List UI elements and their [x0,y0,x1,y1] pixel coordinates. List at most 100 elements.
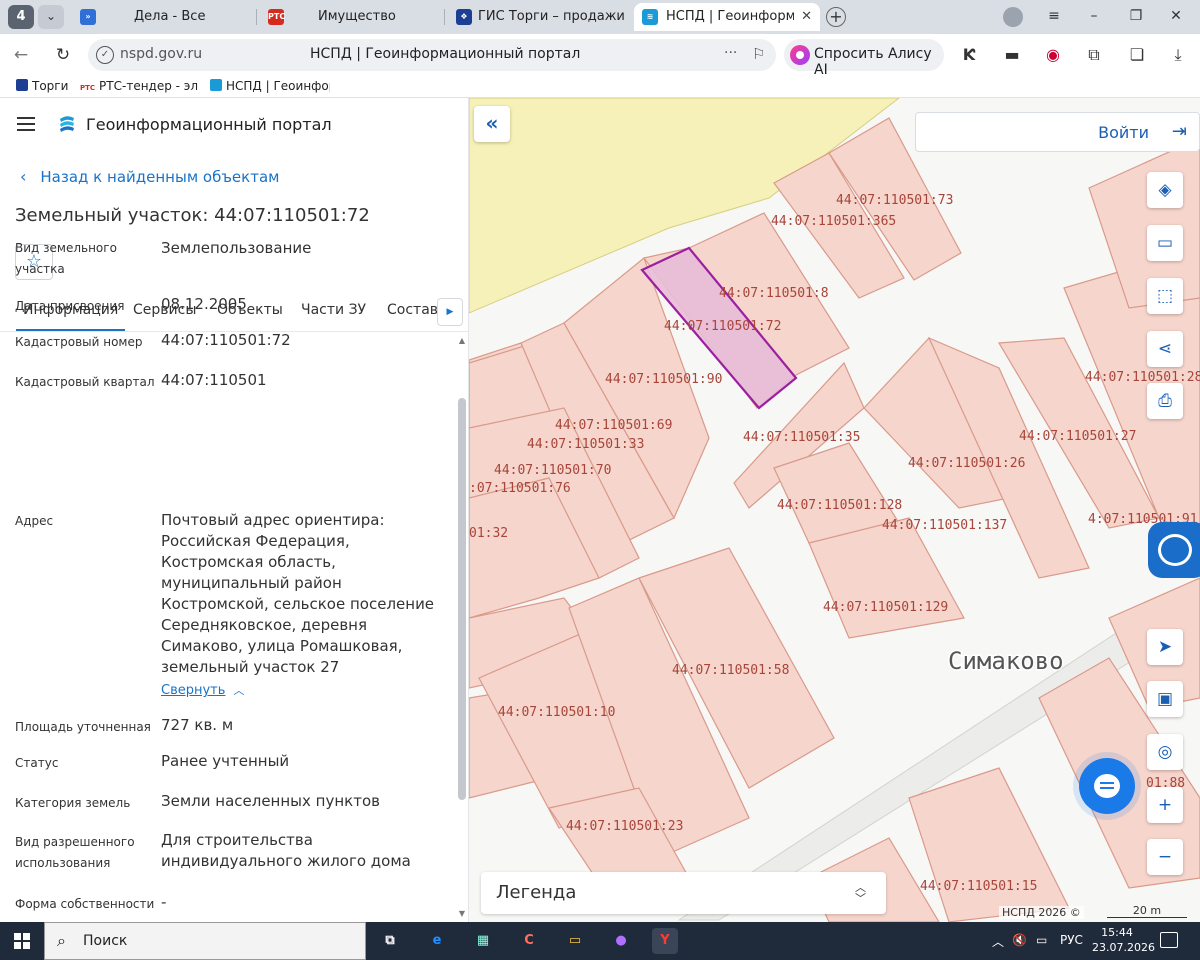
restore-icon[interactable]: ❐ [1126,6,1146,26]
layers-button[interactable]: ◈ [1147,172,1183,208]
info-value: Земли населенных пунктов [161,792,380,810]
browser-menu-icon[interactable]: ≡ [1044,6,1064,26]
browser-tab-gis-torgi[interactable]: ❖ ГИС Торги – продажи гос [448,3,628,31]
browser-tab-nspd-active[interactable]: ≋ НСПД | Геоинформацион ✕ [634,3,820,31]
share-button[interactable]: ⋖ [1147,331,1183,367]
ruler-icon: ▭ [1156,233,1174,253]
area-select-button[interactable]: ⬚ [1147,278,1183,314]
parcel-label: 44:07:110501:90 [605,372,722,387]
extension-k-icon[interactable]: Ƙ [958,44,980,66]
expand-updown-icon: ︿ ﹀ [855,881,866,905]
bookmark-rts-tender[interactable]: РТС РТС-тендер - эле [80,78,198,96]
parcel-label: 44:07:110501:128 [777,498,902,513]
back-arrow-icon[interactable]: ← [10,44,32,66]
target-icon: ◎ [1157,742,1173,762]
app-drop-icon[interactable]: ● [608,928,634,954]
app-c-icon[interactable]: C [516,928,542,954]
emblem-favicon-icon [16,79,28,91]
download-icon[interactable]: ⤓ [1167,44,1189,66]
hamburger-menu-icon[interactable] [17,117,35,131]
nspd-favicon-icon: ≋ [642,9,658,25]
url-page-title: НСПД | Геоинформационный портал [310,46,581,62]
collapse-address-link[interactable]: Свернуть ︿ [161,682,244,698]
parcel-label: 44:07:110501:28 [1085,370,1200,385]
tabs-dropdown-button[interactable]: ⌄ [38,5,64,29]
bookmark-label: Торги [32,79,69,93]
profile-avatar[interactable] [1003,7,1023,27]
ask-alice-button[interactable]: Спросить Алису AI [784,39,944,78]
search-label: Поиск [83,933,128,949]
more-dots-icon[interactable]: ··· [724,45,737,61]
info-label: Адрес [15,514,54,528]
parcel-label: 44:07:110501:73 [836,193,953,208]
measure-button[interactable]: ▭ [1147,225,1183,261]
info-scrollbar[interactable]: ▲ ▼ [456,334,468,920]
cadastral-map[interactable]: 44:07:110501:73 44:07:110501:365 44:07:1… [469,98,1200,922]
input-language[interactable]: РУС [1060,933,1083,947]
scroll-up-icon[interactable]: ▲ [456,336,468,345]
support-button[interactable] [1148,522,1200,578]
windows-start-icon[interactable] [14,933,30,949]
info-value: 08.12.2005 [161,295,247,313]
info-value-address: Почтовый адрес ориентира: Российская Фед… [161,511,435,676]
bookmark-icon[interactable]: ⚐ [752,45,765,63]
yandex-browser-icon[interactable]: Y [652,928,678,954]
extension-bar-icon[interactable]: ▬ [1001,44,1023,66]
clock-date: 23.07.2026 [1092,941,1155,954]
legend-panel[interactable]: Легенда ︿ ﹀ [481,872,886,914]
taskbar-search-box[interactable]: ⌕ Поиск [44,922,366,960]
locate-button[interactable]: ➤ [1147,629,1183,665]
info-label: Форма собственности [15,897,155,911]
new-tab-button[interactable]: + [826,7,846,27]
browser-tab-property[interactable]: РТС Имущество [260,3,440,31]
back-to-results-link[interactable]: ‹ Назад к найденным объектам [20,167,279,186]
reload-icon[interactable]: ↻ [52,44,74,66]
extension-shield-icon[interactable]: ◉ [1042,44,1064,66]
zoom-out-button[interactable]: − [1147,839,1183,875]
windows-taskbar: ⌕ Поиск ⧉ e ▦ C ▭ ● Y ︿ 🔇 ▭ РУС 15:44 23… [0,922,1200,960]
tray-chevron-icon[interactable]: ︿ [992,933,1004,950]
notifications-icon[interactable] [1160,932,1178,948]
collapse-panel-button[interactable]: « [474,106,510,142]
chevron-down-icon: ⌄ [45,9,57,23]
bookmark-torgi[interactable]: Торги [16,78,68,94]
collections-icon[interactable]: ❏ [1126,44,1148,66]
print-button[interactable]: ⎙ [1147,383,1183,419]
close-tab-icon[interactable]: ✕ [801,3,812,31]
bookmark-nspd[interactable]: НСПД | Геоинфор [210,78,330,94]
zoom-in-button[interactable]: + [1147,787,1183,823]
browser-tab-deals[interactable]: » Дела - Все [72,3,252,31]
plus-icon: + [1157,795,1173,815]
minimize-icon[interactable]: – [1084,6,1104,26]
parcel-label: 44:07:110501:8 [719,286,829,301]
parcel[interactable] [908,767,1070,922]
bookmark-label: НСПД | Геоинфор [226,79,330,93]
task-view-icon[interactable]: ⧉ [377,928,403,954]
site-info-icon[interactable]: ✓ [96,46,114,64]
network-icon[interactable]: ▭ [1036,933,1047,947]
edge-browser-icon[interactable]: e [424,928,450,954]
back-link-label: Назад к найденным объектам [40,168,280,186]
close-window-icon[interactable]: ✕ [1166,6,1186,26]
scroll-down-icon[interactable]: ▼ [456,909,468,918]
calculator-icon[interactable]: ▦ [470,928,496,954]
geolocation-button[interactable]: ◎ [1147,734,1183,770]
plus-icon: + [829,7,843,26]
file-explorer-icon[interactable]: ▭ [562,928,588,954]
chat-assistant-button[interactable] [1079,758,1135,814]
minimap-button[interactable]: ▣ [1147,681,1183,717]
scrollbar-thumb[interactable] [458,398,466,800]
login-button[interactable]: Войти ⇥ [915,112,1200,152]
volume-muted-icon[interactable]: 🔇 [1012,933,1027,947]
address-bar[interactable]: ✓ nspd.gov.ru НСПД | Геоинформационный п… [88,39,776,71]
tab-count-badge[interactable]: 4 [8,5,34,29]
support-chat-icon [1158,534,1192,566]
chevron-up-icon: ︿ [233,684,245,697]
taskbar-clock[interactable]: 15:44 23.07.2026 [1092,925,1155,955]
parcel-label: 44:07:110501:23 [566,819,683,834]
extensions-puzzle-icon[interactable]: ⧉ [1083,44,1105,66]
share-icon: ⋖ [1157,339,1173,359]
emblem-favicon-icon: ❖ [456,9,472,25]
info-value: 44:07:110501:72 [161,331,291,349]
info-label: Категория земель [15,796,131,810]
